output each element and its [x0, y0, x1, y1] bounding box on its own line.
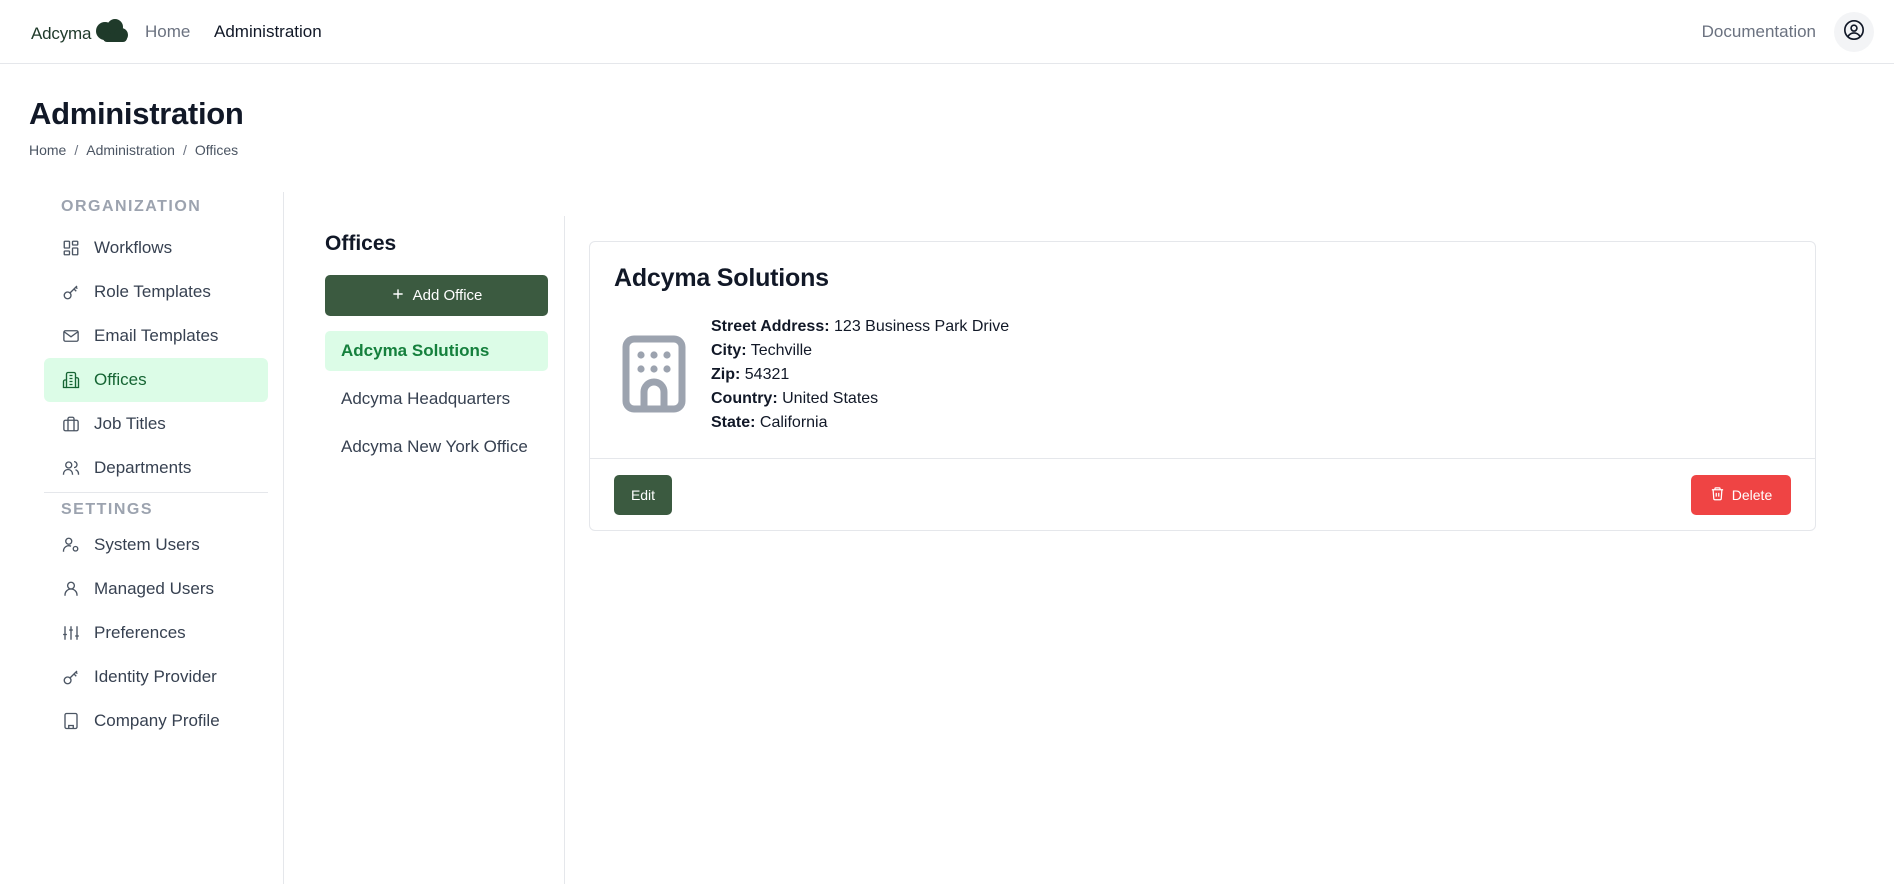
brand-name: Adcyma: [31, 23, 92, 43]
sidebar-item-label: System Users: [94, 535, 200, 554]
nav-documentation[interactable]: Documentation: [1702, 22, 1816, 42]
offices-panel: Offices Add Office Adcyma Solutions Adcy…: [325, 232, 548, 475]
offices-title: Offices: [325, 232, 397, 255]
user-menu-button[interactable]: [1834, 12, 1874, 52]
sidebar-item-offices[interactable]: Offices: [44, 358, 268, 402]
sidebar-item-job-titles[interactable]: Job Titles: [44, 402, 268, 446]
plus-icon: [391, 287, 405, 305]
sidebar-item-label: Role Templates: [94, 282, 211, 301]
section-settings: SETTINGS: [61, 501, 154, 518]
office-name: Adcyma Solutions: [614, 264, 829, 292]
breadcrumb-separator: /: [182, 142, 187, 158]
delete-label: Delete: [1731, 487, 1773, 503]
key-icon: [61, 282, 81, 302]
sidebar-item-preferences[interactable]: Preferences: [44, 611, 268, 655]
sidebar-divider: [44, 492, 268, 493]
briefcase-icon: [61, 414, 81, 434]
user-circle-icon: [1843, 19, 1865, 46]
breadcrumb-separator: /: [74, 142, 79, 158]
sidebar-item-label: Job Titles: [94, 414, 166, 433]
add-office-label: Add Office: [412, 287, 483, 304]
page-title: Administration: [29, 96, 244, 131]
building-icon: [61, 370, 81, 390]
office-fields: Street Address: 123 Business Park Drive …: [711, 315, 1009, 435]
sidebar-item-label: Preferences: [94, 623, 186, 642]
sliders-icon: [61, 623, 81, 643]
sidebar-item-managed-users[interactable]: Managed Users: [44, 567, 268, 611]
sidebar-item-label: Workflows: [94, 238, 173, 257]
sidebar-item-label: Identity Provider: [94, 667, 217, 686]
sidebar-border: [283, 192, 284, 884]
user-gear-icon: [61, 535, 81, 555]
office-list-item[interactable]: Adcyma New York Office: [325, 427, 548, 467]
field-state: State: California: [711, 414, 828, 431]
sidebar-item-label: Managed Users: [94, 579, 215, 598]
offices-panel-border: [564, 216, 565, 884]
nav-home[interactable]: Home: [145, 22, 190, 42]
user-icon: [61, 579, 81, 599]
breadcrumb-offices: Offices: [194, 142, 239, 158]
users-icon: [61, 458, 81, 478]
sidebar-item-label: Departments: [94, 458, 192, 477]
delete-button[interactable]: Delete: [1691, 475, 1791, 515]
sidebar-item-company-profile[interactable]: Company Profile: [44, 699, 268, 743]
edit-button[interactable]: Edit: [614, 475, 672, 515]
field-street-address: Street Address: 123 Business Park Drive: [711, 318, 1010, 335]
sidebar-item-departments[interactable]: Departments: [44, 446, 268, 490]
brand-logo[interactable]: Adcyma: [31, 18, 131, 49]
sidebar-item-email-templates[interactable]: Email Templates: [44, 314, 268, 358]
field-country: Country: United States: [711, 390, 879, 407]
grid-icon: [61, 238, 81, 258]
nav-administration[interactable]: Administration: [214, 22, 322, 42]
building-icon: [61, 711, 81, 731]
breadcrumb-administration[interactable]: Administration: [86, 142, 175, 158]
card-footer-divider: [590, 458, 1815, 459]
mail-icon: [61, 326, 81, 346]
office-detail-card: Adcyma Solutions Street Address: 123 Bus…: [589, 241, 1816, 531]
admin-sidebar: ORGANIZATION Workflows Role Templates Em…: [44, 192, 268, 743]
office-list: Adcyma Solutions Adcyma Headquarters Adc…: [325, 331, 548, 467]
breadcrumb-home[interactable]: Home: [29, 142, 66, 158]
section-organization: ORGANIZATION: [61, 198, 202, 215]
sidebar-item-identity-provider[interactable]: Identity Provider: [44, 655, 268, 699]
top-navbar: Adcyma Home Administration Documentation: [0, 0, 1894, 64]
cloud-icon: [93, 18, 131, 49]
sidebar-item-label: Email Templates: [94, 326, 219, 345]
office-list-item[interactable]: Adcyma Solutions: [325, 331, 548, 371]
field-zip: Zip: 54321: [711, 366, 790, 383]
sidebar-item-system-users[interactable]: System Users: [44, 523, 268, 567]
field-city: City: Techville: [711, 342, 813, 359]
sidebar-item-label: Offices: [94, 370, 147, 389]
breadcrumb: Home / Administration / Offices: [29, 142, 238, 158]
key-icon: [61, 667, 81, 687]
sidebar-item-workflows[interactable]: Workflows: [44, 226, 268, 270]
add-office-button[interactable]: Add Office: [325, 275, 548, 316]
office-list-item[interactable]: Adcyma Headquarters: [325, 379, 548, 419]
trash-icon: [1710, 486, 1725, 504]
office-building-icon: [621, 335, 687, 418]
sidebar-item-role-templates[interactable]: Role Templates: [44, 270, 268, 314]
sidebar-item-label: Company Profile: [94, 711, 220, 730]
